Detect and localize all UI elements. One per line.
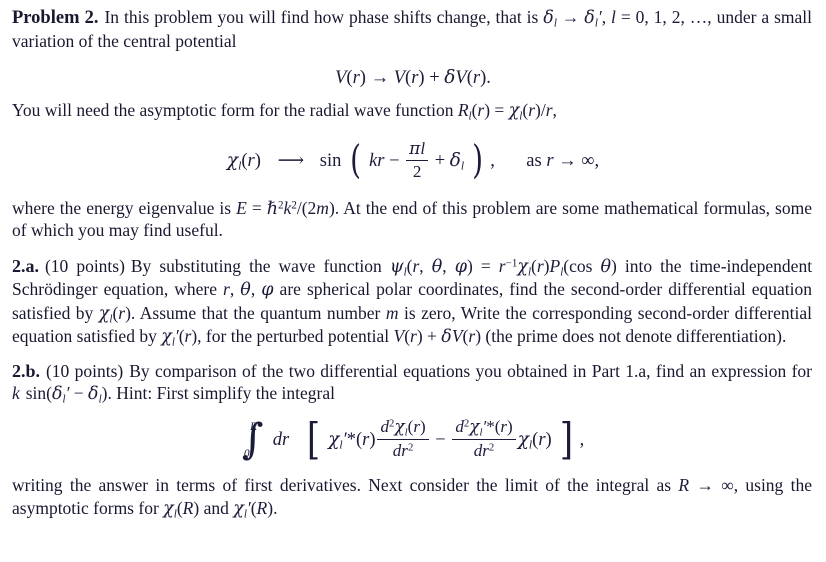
energy-text-before: where the energy eigenvalue is [12,197,237,218]
integral-math: ∫ R 0 dr[χl′*(r) d2χl(r) dr2 − d2χl′*(r) dr2 χl… [241,413,585,465]
asymptotic-intro-paragraph: You will need the asymptotic form for th… [0,99,826,123]
part-2b-text-2: Hint: First simplify the integral [111,383,335,404]
k-sin-expression-math: k sin(δl′ − δl). [12,383,112,406]
part-2b-points: (10 points) [45,360,124,381]
part-2a-text-1: By substituting the wave function [130,255,390,276]
limit-R-math: R → ∞, [678,475,739,496]
closing-text-1: writing the answer in terms of first der… [12,475,679,496]
chi-l-math: χl(r). [98,302,136,326]
part-2a-points: (10 points) [44,255,125,276]
coordinates-math: r, θ, φ [223,279,274,301]
chi-prime-R-math: χl′(R). [233,497,278,521]
part-2a-label: 2.a. [12,255,39,276]
integral-sign: ∫ R 0 [241,413,264,463]
closing-paragraph: writing the answer in terms of first der… [0,474,826,520]
problem-label: Problem 2. [12,8,99,28]
part-2a-paragraph: 2.a. (10 points) By substituting the wave … [0,255,826,349]
part-2b-label: 2.b. [12,360,41,381]
document-page: Problem 2. In this problem you will find … [0,6,826,562]
equation-integral-hint: ∫ R 0 dr[χl′*(r) d2χl(r) dr2 − d2χl′*(r) dr2 χl… [0,413,826,465]
quantum-number-m-math: m [385,302,399,323]
potential-math: V(r) → V(r) + δV(r). [335,67,491,88]
problem-intro-text: In this problem you will find how phase … [104,7,544,27]
equation-chi-asymptotic: χl(r) ⟶ sin(kr − πl 2 + δl) , as r → ∞, [0,137,826,185]
asymptotic-intro-text: You will need the asymptotic form for th… [12,100,458,120]
wave-function-math: ψl(r, θ, φ) = r−1χl(r)Pl(cos θ) [389,255,617,279]
chi-R-math: χl(R) [163,497,200,521]
part-2b-paragraph: 2.b. (10 points) By comparison of the two … [0,360,826,406]
chi-l-prime-math: χl′(r), [161,326,202,349]
radial-wave-relation-math: Rl(r) = χl(r)/r, [457,100,557,123]
phase-shift-mapping-math: δl → δl′, [543,7,607,30]
equation-potential-perturbation: V(r) → V(r) + δV(r). [0,67,826,89]
chi-asymptotic-math: χl(r) ⟶ sin(kr − πl 2 + δl) , as r → ∞, [226,137,600,183]
energy-eigenvalue-math: E = ℏ2k2/(2m). [236,197,340,218]
energy-eigenvalue-paragraph: where the energy eigenvalue is E = ℏ2k2/… [0,197,826,242]
part-2a-text-7: (the prime does not denote differentiati… [481,326,787,347]
part-2b-text-1: By comparison of the two differential eq… [129,360,812,381]
part-2a-text-6: for the perturbed potential [201,326,394,347]
problem-statement-paragraph: Problem 2. In this problem you will find … [0,6,826,52]
closing-and: and [199,497,234,518]
perturbed-potential-math: V(r) + δV(r) [393,326,482,348]
l-values-math: l = 0, 1, 2, …, [611,7,712,27]
part-2a-text-4: Assume that the quantum number [135,302,386,323]
